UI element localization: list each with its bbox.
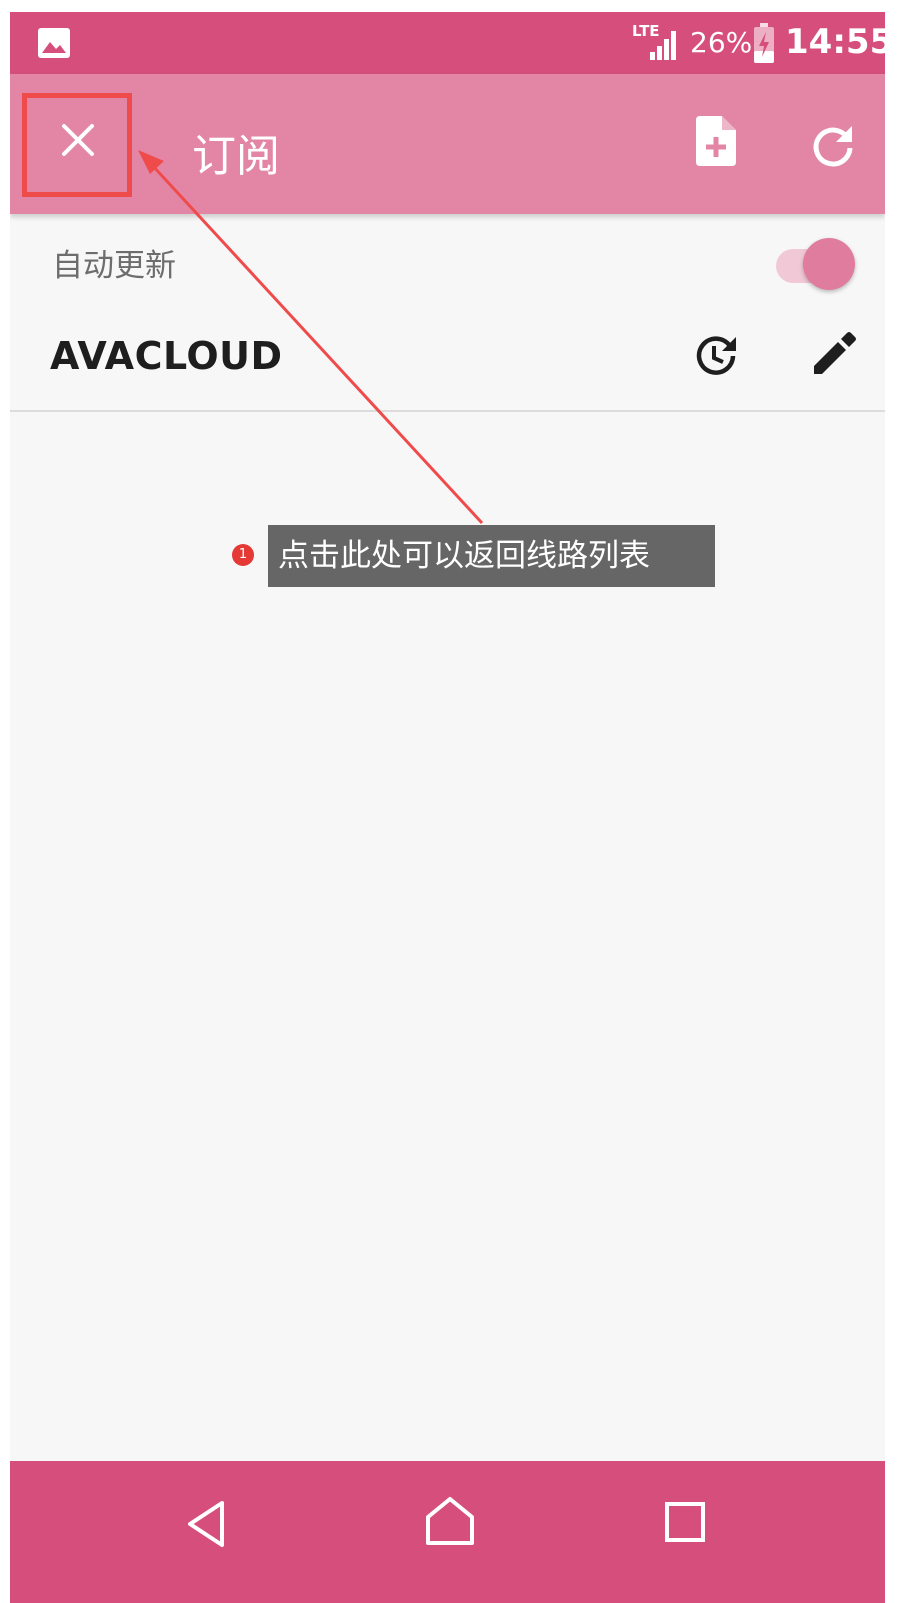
annotation-badge: 1 (232, 544, 254, 566)
annotation-arrow (138, 150, 484, 525)
annotation-tooltip: 点击此处可以返回线路列表 (268, 525, 715, 587)
